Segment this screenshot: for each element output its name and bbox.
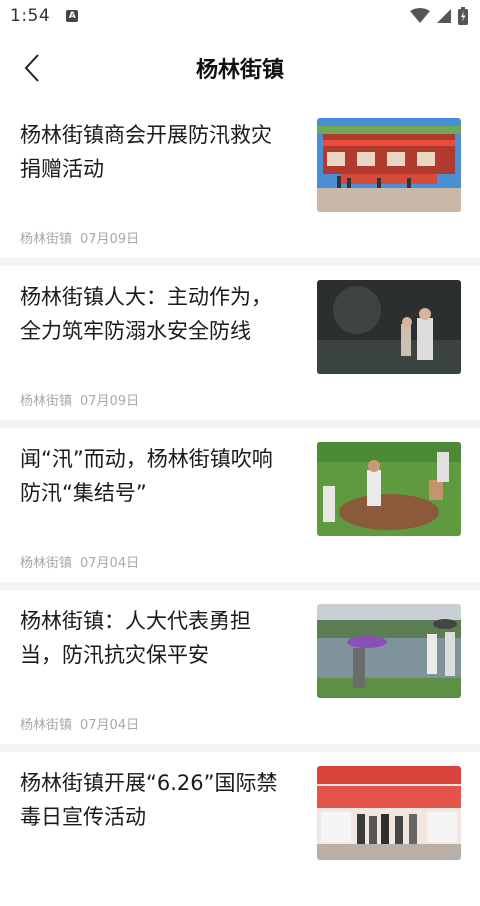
article-source: 杨林街镇 [20, 394, 73, 409]
article-title: 杨林街镇商会开展防汛救灾捐赠活动 [20, 123, 272, 181]
article-list: 杨林街镇商会开展防汛救灾捐赠活动 杨林街镇 07月09日 杨林街镇人大：主动作为… [0, 104, 480, 906]
status-bar: 1:54 A [0, 0, 480, 32]
article-thumbnail [317, 280, 461, 374]
article-meta: 杨林街镇 07月04日 [20, 714, 139, 733]
article-title: 杨林街镇开展“6.26”国际禁毒日宣传活动 [20, 771, 278, 829]
article-date: 07月04日 [80, 718, 140, 733]
article-thumbnail [317, 118, 461, 212]
article-source: 杨林街镇 [20, 718, 73, 733]
article-meta: 杨林街镇 07月09日 [20, 390, 139, 409]
article-item[interactable]: 闻“汛”而动，杨林街镇吹响防汛“集结号” 杨林街镇 07月04日 [0, 428, 480, 590]
battery-icon [458, 7, 468, 25]
article-item[interactable]: 杨林街镇商会开展防汛救灾捐赠活动 杨林街镇 07月09日 [0, 104, 480, 266]
signal-icon [437, 9, 451, 23]
article-title: 杨林街镇人大：主动作为，全力筑牢防溺水安全防线 [20, 285, 272, 343]
article-meta: 杨林街镇 07月04日 [20, 552, 139, 571]
article-source: 杨林街镇 [20, 232, 73, 247]
article-date: 07月09日 [80, 232, 140, 247]
article-date: 07月09日 [80, 394, 140, 409]
article-thumbnail [317, 442, 461, 536]
article-item[interactable]: 杨林街镇开展“6.26”国际禁毒日宣传活动 [0, 752, 480, 906]
page-title: 杨林街镇 [195, 58, 284, 83]
article-date: 07月04日 [80, 556, 140, 571]
status-time: 1:54 [10, 6, 51, 26]
article-meta: 杨林街镇 07月09日 [20, 228, 139, 247]
article-thumbnail [317, 766, 461, 860]
article-item[interactable]: 杨林街镇人大：主动作为，全力筑牢防溺水安全防线 杨林街镇 07月09日 [0, 266, 480, 428]
header: 杨林街镇 [0, 40, 480, 96]
article-thumbnail [317, 604, 461, 698]
article-title: 杨林街镇：人大代表勇担当，防汛抗灾保平安 [20, 609, 251, 667]
article-title: 闻“汛”而动，杨林街镇吹响防汛“集结号” [20, 447, 273, 505]
notification-icon: A [66, 10, 79, 22]
article-item[interactable]: 杨林街镇：人大代表勇担当，防汛抗灾保平安 杨林街镇 07月04日 [0, 590, 480, 752]
article-source: 杨林街镇 [20, 556, 73, 571]
wifi-icon [410, 8, 430, 23]
